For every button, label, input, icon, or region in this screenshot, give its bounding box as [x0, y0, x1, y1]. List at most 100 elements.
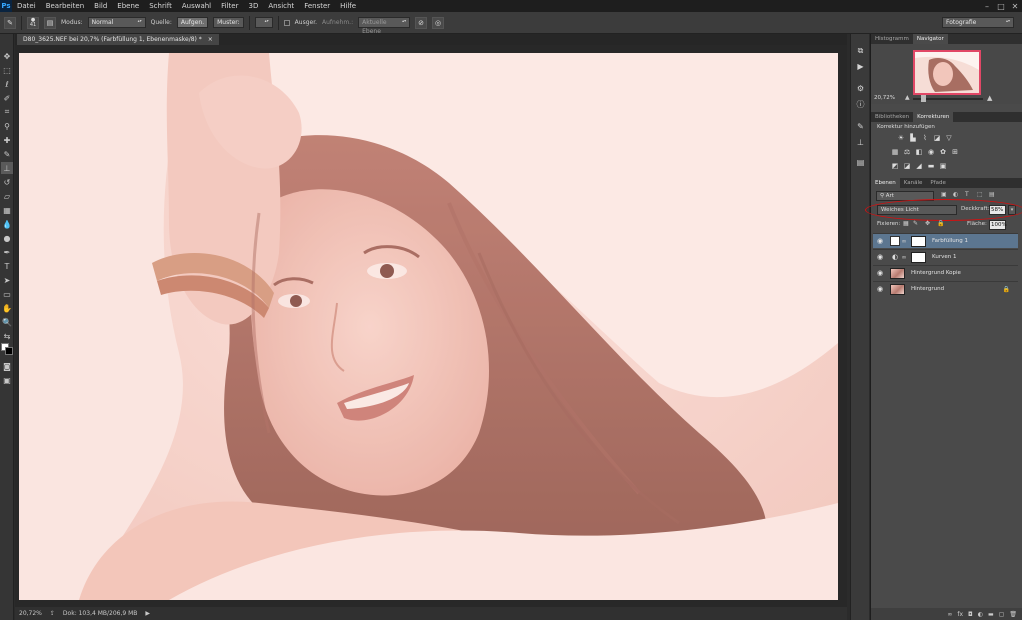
workspace-select[interactable]: Fotografie — [942, 17, 1014, 28]
info-panel-icon[interactable]: ⓘ — [854, 98, 867, 111]
threshold-icon[interactable]: ◢ — [915, 162, 923, 170]
channel-mixer-icon[interactable]: ✿ — [939, 148, 947, 156]
brush-preset-picker[interactable]: ● 41 — [27, 16, 39, 29]
screen-mode-icon[interactable]: ▣ — [1, 374, 13, 386]
menu-filter[interactable]: Filter — [216, 0, 243, 12]
photo-filter-icon[interactable]: ◉ — [927, 148, 935, 156]
menu-bearbeiten[interactable]: Bearbeiten — [41, 0, 89, 12]
visibility-eye-icon[interactable]: ◉ — [873, 285, 887, 293]
layer-row-hintergrund-kopie[interactable]: ◉ Hintergrund Kopie — [873, 265, 1018, 280]
zoom-in-icon[interactable]: ▲ — [987, 94, 992, 102]
stamp-tool-preset-icon[interactable]: ✎ — [4, 16, 16, 29]
exposure-icon[interactable]: ◪ — [933, 134, 941, 142]
blend-mode-select[interactable]: Weiches Licht — [877, 205, 957, 215]
brightness-icon[interactable]: ☀ — [897, 134, 905, 142]
aufnehm-select[interactable]: Aktuelle Ebene — [358, 17, 411, 35]
fill-input[interactable]: 100% — [989, 220, 1007, 230]
curves-icon[interactable]: ⌇ — [921, 134, 929, 142]
filter-adjust-icon[interactable]: ◐ — [953, 191, 958, 198]
selective-color-icon[interactable]: ▣ — [939, 162, 947, 170]
move-tool-icon[interactable]: ✥ — [1, 50, 13, 62]
history-brush-tool-icon[interactable]: ↺ — [1, 176, 13, 188]
layer-style-fx-icon[interactable]: fx — [957, 611, 963, 618]
filter-smart-icon[interactable]: ▤ — [989, 191, 995, 198]
visibility-eye-icon[interactable]: ◉ — [873, 269, 887, 277]
new-layer-icon[interactable]: ▢ — [999, 611, 1005, 618]
visibility-eye-icon[interactable]: ◉ — [873, 237, 887, 245]
quick-select-tool-icon[interactable]: ✐ — [1, 92, 13, 104]
navigator-thumbnail[interactable] — [913, 50, 981, 95]
gradient-map-icon[interactable]: ▬ — [927, 162, 935, 170]
hue-saturation-icon[interactable]: ▦ — [891, 148, 899, 156]
tab-pfade[interactable]: Pfade — [926, 178, 950, 188]
lock-all-icon[interactable]: 🔒 — [937, 220, 944, 228]
mode-select[interactable]: Normal — [87, 17, 146, 28]
menu-3d[interactable]: 3D — [243, 0, 263, 12]
status-zoom[interactable]: 20,72% — [19, 610, 42, 617]
photo-canvas[interactable] — [19, 53, 838, 600]
layer-mask-thumbnail[interactable] — [911, 235, 926, 247]
brush-tool-icon[interactable]: ✎ — [1, 148, 13, 160]
posterize-icon[interactable]: ◪ — [903, 162, 911, 170]
hand-tool-icon[interactable]: ✋ — [1, 302, 13, 314]
shape-tool-icon[interactable]: ▭ — [1, 288, 13, 300]
menu-fenster[interactable]: Fenster — [299, 0, 335, 12]
lock-position-icon[interactable]: ✥ — [925, 220, 932, 228]
pen-tool-icon[interactable]: ✒ — [1, 246, 13, 258]
opacity-input[interactable]: 58% — [989, 205, 1006, 215]
tab-korrekturen[interactable]: Korrekturen — [913, 112, 954, 122]
layer-comps-panel-icon[interactable]: ▤ — [854, 156, 867, 169]
maximize-button[interactable]: □ — [994, 0, 1008, 12]
close-button[interactable]: ✕ — [1008, 0, 1022, 12]
clone-stamp-tool-icon[interactable]: ⊥ — [1, 162, 13, 174]
menu-ebene[interactable]: Ebene — [112, 0, 144, 12]
tab-ebenen[interactable]: Ebenen — [871, 178, 900, 188]
zoom-tool-icon[interactable]: 🔍 — [1, 316, 13, 328]
properties-panel-icon[interactable]: ⚙ — [854, 82, 867, 95]
visibility-eye-icon[interactable]: ◉ — [873, 253, 887, 261]
document-tab[interactable]: D80_3625.NEF bei 20,7% (Farbfüllung 1, E… — [17, 34, 219, 45]
zoom-out-icon[interactable]: ▲ — [905, 94, 910, 101]
layer-mask-thumbnail[interactable] — [911, 251, 926, 263]
path-select-tool-icon[interactable]: ➤ — [1, 274, 13, 286]
tab-histogramm[interactable]: Histogramm — [871, 34, 913, 44]
ignore-adjustment-icon[interactable]: ⊘ — [415, 16, 428, 29]
clone-source-panel-icon[interactable]: ⊥ — [854, 136, 867, 149]
add-mask-icon[interactable]: ◘ — [968, 611, 973, 618]
gradient-tool-icon[interactable]: ▦ — [1, 204, 13, 216]
eraser-tool-icon[interactable]: ▱ — [1, 190, 13, 202]
color-balance-icon[interactable]: ⚖ — [903, 148, 911, 156]
delete-layer-icon[interactable]: 🗑 — [1009, 611, 1017, 618]
background-color-swatch[interactable] — [5, 347, 13, 355]
type-tool-icon[interactable]: T — [1, 260, 13, 272]
filter-type-icon[interactable]: T — [965, 191, 969, 198]
eyedropper-tool-icon[interactable]: ⚲ — [1, 120, 13, 132]
navigator-zoom-slider[interactable] — [913, 95, 983, 102]
layer-row-hintergrund[interactable]: ◉ Hintergrund 🔒 — [873, 281, 1018, 296]
brush-presets-panel-icon[interactable]: ✎ — [854, 120, 867, 133]
layer-filter-select[interactable]: ⚲ Art — [876, 191, 934, 201]
canvas-area[interactable] — [15, 45, 847, 607]
pattern-picker[interactable] — [254, 17, 273, 28]
vibrance-icon[interactable]: ▽ — [945, 134, 953, 142]
menu-auswahl[interactable]: Auswahl — [177, 0, 216, 12]
new-adjustment-icon[interactable]: ◐ — [978, 611, 983, 618]
source-muster-button[interactable]: Muster: — [213, 17, 244, 28]
dodge-tool-icon[interactable]: ● — [1, 232, 13, 244]
layer-row-kurven[interactable]: ◉ ◐ ∞ Kurven 1 — [873, 249, 1018, 264]
opacity-dropdown-icon[interactable]: ▾ — [1008, 205, 1016, 215]
tab-navigator[interactable]: Navigator — [912, 34, 948, 44]
pressure-icon[interactable]: ◎ — [432, 16, 445, 29]
color-lookup-icon[interactable]: ⊞ — [951, 148, 959, 156]
levels-icon[interactable]: ▙ — [909, 134, 917, 142]
history-panel-icon[interactable]: ⧉ — [854, 44, 867, 57]
mask-link-icon[interactable]: ∞ — [900, 238, 908, 245]
blur-tool-icon[interactable]: 💧 — [1, 218, 13, 230]
minimize-button[interactable]: – — [980, 0, 994, 12]
marquee-tool-icon[interactable]: ⬚ — [1, 64, 13, 76]
healing-tool-icon[interactable]: ✚ — [1, 134, 13, 146]
filter-pixel-icon[interactable]: ▣ — [941, 191, 947, 198]
menu-bild[interactable]: Bild — [89, 0, 112, 12]
menu-hilfe[interactable]: Hilfe — [335, 0, 361, 12]
ausger-checkbox[interactable] — [283, 19, 290, 26]
